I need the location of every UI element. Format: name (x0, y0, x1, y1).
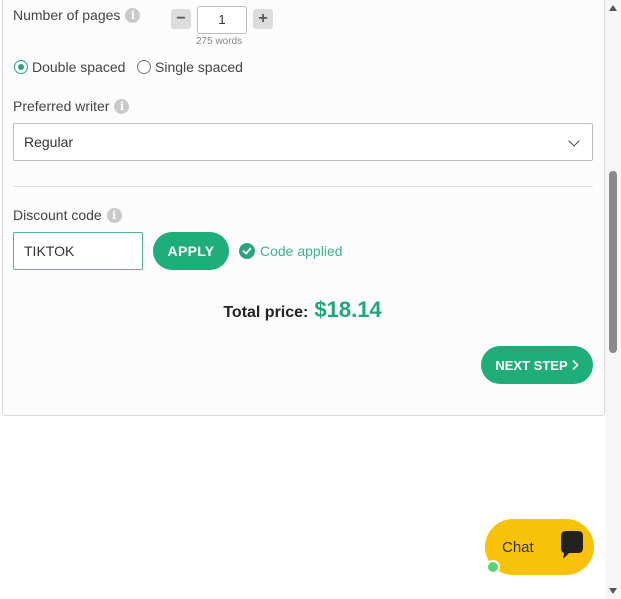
radio-unchecked-icon[interactable] (137, 60, 151, 74)
pages-increment-button[interactable]: + (253, 9, 273, 29)
info-icon[interactable]: i (125, 7, 141, 23)
pages-input[interactable]: 1 (197, 6, 247, 34)
scroll-down-arrow-icon[interactable] (609, 588, 617, 594)
next-step-label: NEXT STEP (495, 357, 568, 373)
discount-label: Discount code (13, 207, 102, 223)
order-form-card: Number of pages i − 1 + 275 words Double… (2, 0, 605, 416)
total-price-row: Total price: $18.14 (1, 297, 604, 323)
total-price-value: $18.14 (314, 297, 382, 322)
radio-single-spaced[interactable]: Single spaced (137, 59, 243, 75)
page-scrollbar[interactable] (605, 0, 621, 599)
radio-checked-icon[interactable] (14, 60, 28, 74)
section-divider (13, 186, 593, 187)
writer-label: Preferred writer (13, 98, 110, 114)
chat-bubble-icon[interactable] (557, 526, 587, 568)
info-icon[interactable]: i (114, 98, 130, 114)
next-step-button[interactable]: NEXT STEP (481, 346, 593, 384)
discount-label-row: Discount code i (13, 207, 122, 223)
selected-writer: Regular (24, 134, 74, 150)
radio-label: Double spaced (32, 59, 126, 75)
code-applied-status: Code applied (239, 243, 343, 259)
total-price-label: Total price: (223, 304, 309, 321)
pages-label: Number of pages (13, 7, 121, 23)
words-count-note: 275 words (196, 36, 243, 47)
discount-code-input[interactable]: TIKTOK (13, 232, 143, 270)
chat-label: Chat (502, 538, 534, 556)
online-status-dot (486, 560, 500, 574)
radio-double-spaced[interactable]: Double spaced (14, 59, 125, 75)
code-applied-text: Code applied (260, 243, 343, 259)
order-form-page: Number of pages i − 1 + 275 words Double… (0, 0, 621, 599)
scroll-up-arrow-icon[interactable] (609, 5, 617, 11)
pages-label-row: Number of pages i (13, 7, 141, 23)
chevron-right-icon (572, 360, 578, 370)
preferred-writer-select[interactable]: Regular (13, 123, 593, 161)
writer-label-row: Preferred writer i (13, 98, 130, 114)
info-icon[interactable]: i (106, 207, 122, 223)
scroll-thumb[interactable] (609, 171, 617, 353)
radio-label: Single spaced (155, 59, 243, 75)
check-circle-icon (239, 243, 255, 259)
apply-button[interactable]: APPLY (153, 232, 229, 270)
chevron-down-icon (568, 135, 580, 147)
pages-decrement-button[interactable]: − (171, 9, 191, 29)
